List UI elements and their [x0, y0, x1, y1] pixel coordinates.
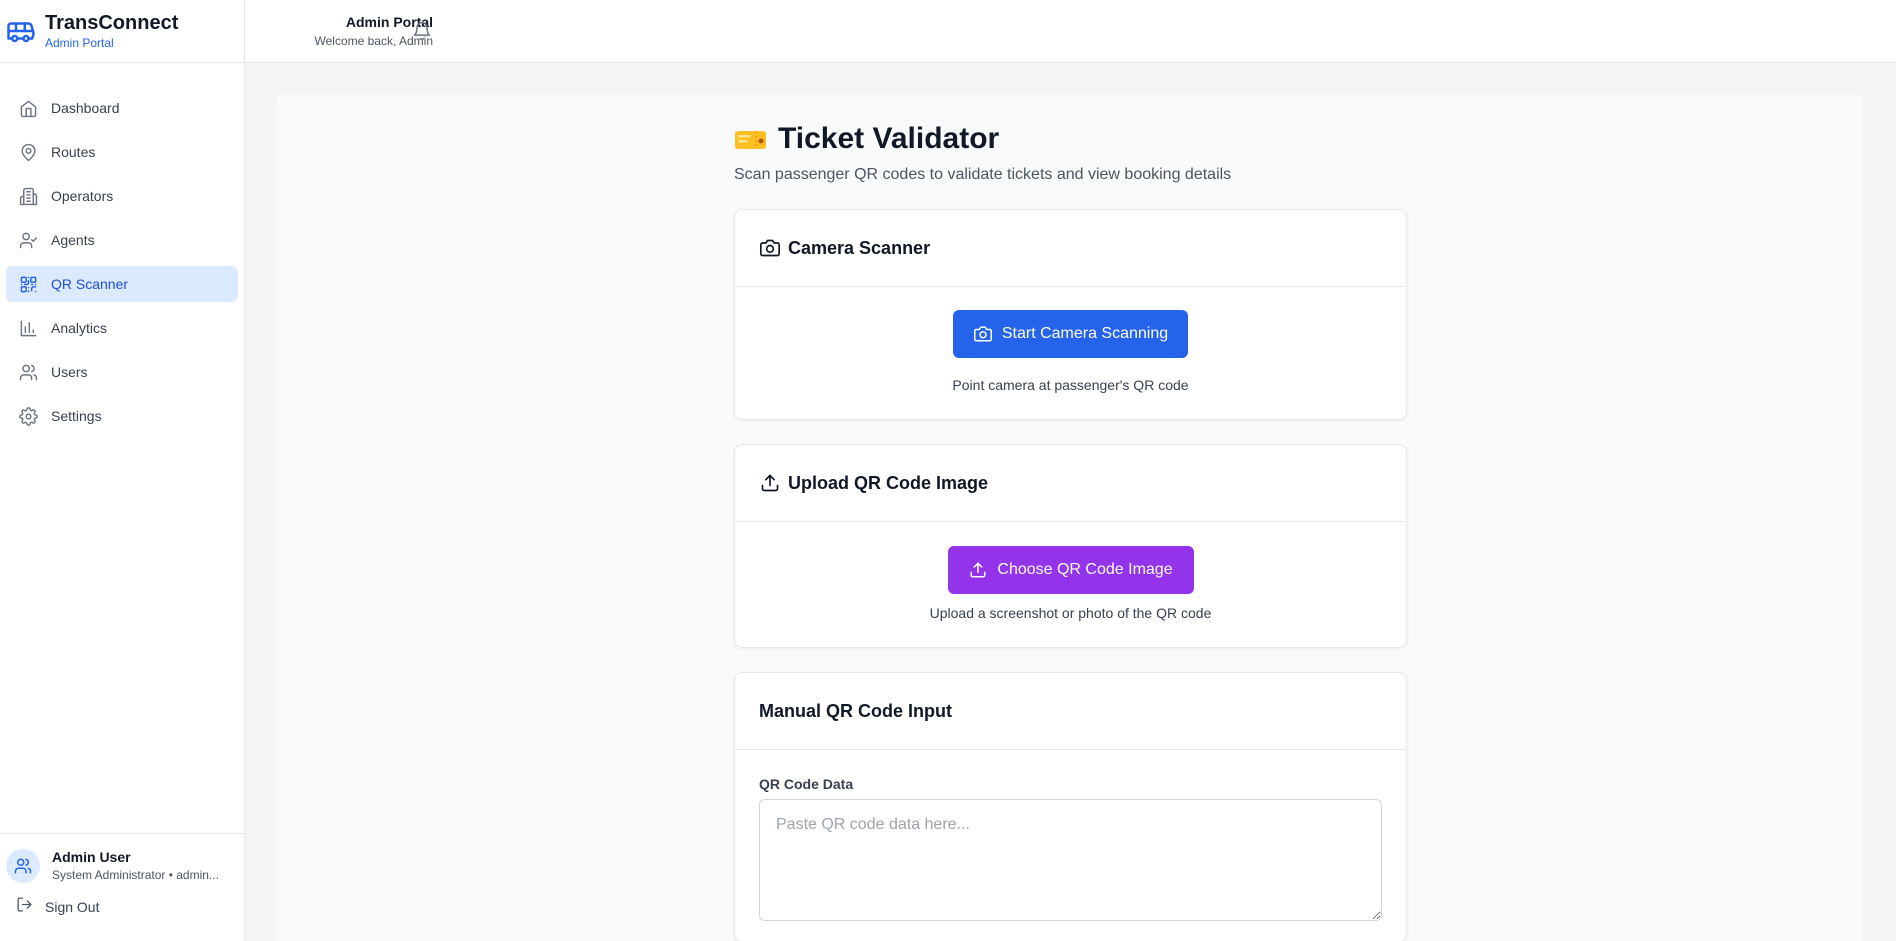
home-icon	[18, 98, 38, 118]
card-title: Manual QR Code Input	[759, 700, 952, 721]
start-camera-button[interactable]: Start Camera Scanning	[953, 310, 1188, 358]
user-name: Admin User	[52, 849, 131, 865]
brand-subtitle: Admin Portal	[45, 35, 114, 50]
ticket-icon	[734, 129, 767, 151]
users-icon	[18, 362, 38, 382]
main-area: Ticket Validator Scan passenger QR codes…	[245, 63, 1896, 941]
bus-icon	[6, 16, 36, 46]
qr-code-icon	[18, 274, 38, 294]
page-header: Ticket Validator	[734, 121, 1407, 157]
user-profile[interactable]: Admin User System Administrator • admin.…	[0, 834, 245, 884]
bell-icon[interactable]	[412, 21, 432, 41]
sidebar-item-label: QR Scanner	[51, 276, 129, 292]
sidebar-nav: Dashboard Routes Operators Agents QR Sca…	[0, 63, 244, 434]
card-title: Upload QR Code Image	[788, 472, 989, 493]
upload-qr-card: Upload QR Code Image Choose QR Code Imag…	[734, 444, 1407, 648]
page-description: Scan passenger QR codes to validate tick…	[734, 166, 1232, 183]
gear-icon	[18, 406, 38, 426]
users-icon	[14, 858, 32, 874]
map-pin-icon	[18, 142, 38, 162]
sidebar-item-label: Users	[51, 364, 88, 380]
sidebar-item-label: Analytics	[51, 320, 108, 336]
camera-icon	[759, 237, 781, 259]
card-title: Camera Scanner	[788, 237, 931, 258]
avatar	[6, 849, 40, 883]
sidebar-item-users[interactable]: Users	[6, 354, 238, 390]
card-header: Upload QR Code Image	[735, 445, 1406, 522]
camera-scanner-card: Camera Scanner Start Camera Scanning Poi…	[734, 209, 1407, 420]
ticket-validator: Ticket Validator Scan passenger QR codes…	[734, 95, 1407, 941]
sidebar-item-operators[interactable]: Operators	[6, 178, 238, 214]
sidebar-footer: Admin User System Administrator • admin.…	[0, 833, 245, 941]
user-role: System Administrator • admin...	[52, 868, 219, 882]
building-icon	[18, 186, 38, 206]
header-titles: Admin Portal Welcome back, Admin	[269, 13, 434, 49]
sidebar-item-routes[interactable]: Routes	[6, 134, 238, 170]
card-body: Choose QR Code Image Upload a screenshot…	[735, 522, 1406, 647]
log-out-icon	[16, 896, 33, 918]
camera-icon	[973, 324, 993, 344]
sidebar-item-settings[interactable]: Settings	[6, 398, 238, 434]
card-header: Camera Scanner	[735, 210, 1406, 287]
sidebar-item-dashboard[interactable]: Dashboard	[6, 90, 238, 126]
upload-icon	[759, 472, 781, 494]
card-body: QR Code Data	[735, 776, 1406, 941]
sidebar: TransConnect Admin Portal Dashboard Rout…	[0, 0, 245, 941]
bar-chart-icon	[18, 318, 38, 338]
button-label: Choose QR Code Image	[997, 561, 1173, 578]
sidebar-item-label: Operators	[51, 188, 114, 204]
choose-qr-image-button[interactable]: Choose QR Code Image	[947, 546, 1194, 594]
sidebar-item-label: Routes	[51, 144, 96, 160]
header-subtitle: Welcome back, Admin	[314, 34, 434, 48]
sidebar-item-analytics[interactable]: Analytics	[6, 310, 238, 346]
sidebar-item-label: Dashboard	[51, 100, 120, 116]
content-panel: Ticket Validator Scan passenger QR codes…	[276, 95, 1863, 941]
sidebar-item-agents[interactable]: Agents	[6, 222, 238, 258]
sidebar-item-label: Settings	[51, 408, 102, 424]
sign-out-label: Sign Out	[45, 899, 100, 915]
upload-icon	[968, 560, 988, 580]
card-header: Manual QR Code Input	[735, 673, 1406, 750]
brand[interactable]: TransConnect Admin Portal	[0, 0, 244, 63]
qr-data-input[interactable]	[759, 799, 1382, 921]
card-body: Start Camera Scanning Point camera at pa…	[735, 287, 1406, 419]
sidebar-item-label: Agents	[51, 232, 95, 248]
sign-out-button[interactable]: Sign Out	[0, 884, 245, 918]
brand-title: TransConnect	[45, 11, 179, 34]
qr-data-label: QR Code Data	[759, 776, 854, 792]
top-header: Admin Portal Welcome back, Admin	[245, 0, 1896, 63]
upload-hint: Upload a screenshot or photo of the QR c…	[929, 605, 1212, 621]
manual-qr-input-card: Manual QR Code Input QR Code Data	[734, 672, 1407, 941]
user-check-icon	[18, 230, 38, 250]
sidebar-item-qr-scanner[interactable]: QR Scanner	[6, 266, 238, 302]
page-title: Ticket Validator	[778, 122, 1000, 155]
button-label: Start Camera Scanning	[1001, 325, 1169, 342]
camera-hint: Point camera at passenger's QR code	[952, 377, 1189, 393]
header-title: Admin Portal	[345, 14, 433, 30]
